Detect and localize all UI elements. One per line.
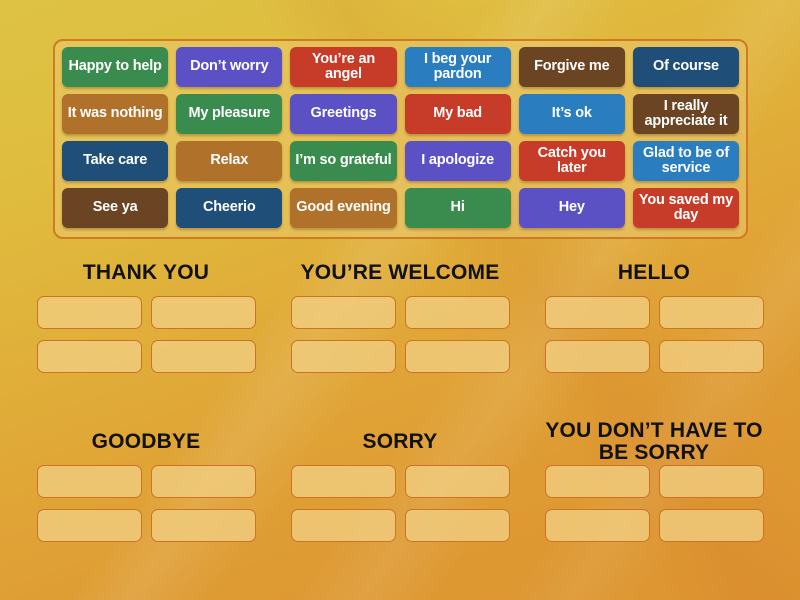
drop-slot[interactable] — [658, 340, 764, 373]
category-group: HELLO — [530, 250, 778, 411]
word-tile[interactable]: Catch you later — [518, 141, 625, 181]
category-title: GOODBYE — [91, 429, 201, 453]
word-tile[interactable]: Forgive me — [518, 47, 625, 87]
word-tile[interactable]: You’re an angel — [290, 47, 397, 87]
drop-slot[interactable] — [290, 465, 396, 498]
word-tile-label: It’s ok — [551, 105, 592, 122]
drop-slot[interactable] — [544, 509, 650, 542]
drop-slot[interactable] — [290, 340, 396, 373]
drop-slot[interactable] — [404, 465, 510, 498]
word-tile-label: Greetings — [310, 105, 377, 122]
drop-slot[interactable] — [150, 465, 256, 498]
drop-slot-grid — [36, 465, 256, 542]
drop-slot[interactable] — [150, 509, 256, 542]
tile-row: Take care Relax I’m so grateful I apologize… — [62, 141, 740, 181]
word-tile-label: You saved my day — [638, 191, 733, 223]
word-tile-label: I really appreciate it — [644, 97, 728, 129]
word-tile[interactable]: It’s ok — [518, 94, 625, 134]
drop-slot[interactable] — [290, 509, 396, 542]
word-tile[interactable]: Don’t worry — [176, 47, 283, 87]
drop-slot[interactable] — [658, 509, 764, 542]
category-group: GOODBYE — [22, 419, 270, 580]
drop-slot[interactable] — [36, 296, 142, 329]
category-title: THANK YOU — [82, 260, 210, 284]
category-group: YOU DON’T HAVE TO BE SORRY — [530, 419, 778, 580]
drop-slot[interactable] — [544, 340, 650, 373]
word-tile-label: Hi — [450, 199, 465, 216]
drop-slot[interactable] — [150, 296, 256, 329]
word-tile-tray: Happy to help Don’t worry You’re an angel I… — [53, 39, 748, 239]
word-tile-label: Glad to be of service — [642, 144, 729, 176]
word-tile[interactable]: Hey — [518, 188, 625, 228]
word-tile-label: My bad — [433, 105, 482, 122]
drop-slot[interactable] — [658, 465, 764, 498]
drop-slot-grid — [290, 465, 510, 542]
word-tile[interactable]: Relax — [176, 141, 283, 181]
word-tile[interactable]: Cheerio — [176, 188, 283, 228]
word-tile-label: Don’t worry — [190, 58, 269, 75]
word-tile[interactable]: My bad — [404, 94, 511, 134]
word-tile[interactable]: Good evening — [290, 188, 397, 228]
drop-slot-grid — [36, 296, 256, 373]
word-tile-label: I apologize — [421, 152, 494, 169]
word-tile-label: Happy to help — [68, 58, 162, 75]
drop-slot[interactable] — [404, 340, 510, 373]
word-tile-label: I’m so grateful — [295, 152, 392, 169]
word-tile-label: Take care — [83, 152, 148, 169]
tile-row: Happy to help Don’t worry You’re an angel I… — [62, 47, 740, 87]
category-group-area: THANK YOU YOU’RE WELCOME HELLO GOODBYE SORRY… — [22, 250, 778, 580]
word-tile-label: Relax — [210, 152, 249, 169]
tile-row: See ya Cheerio Good evening Hi Hey You saved … — [62, 188, 740, 228]
word-tile-label: My pleasure — [188, 105, 271, 122]
drop-slot[interactable] — [544, 296, 650, 329]
drop-slot[interactable] — [658, 296, 764, 329]
word-tile-label: You’re an angel — [311, 50, 376, 82]
category-group: YOU’RE WELCOME — [276, 250, 524, 411]
category-title: YOU’RE WELCOME — [300, 260, 500, 284]
drop-slot[interactable] — [404, 296, 510, 329]
drop-slot[interactable] — [150, 340, 256, 373]
drop-slot[interactable] — [544, 465, 650, 498]
word-tile[interactable]: I’m so grateful — [290, 141, 397, 181]
word-tile[interactable]: See ya — [62, 188, 169, 228]
word-tile-label: I beg your pardon — [423, 50, 492, 82]
drop-slot[interactable] — [36, 465, 142, 498]
word-tile[interactable]: You saved my day — [632, 188, 740, 228]
drop-slot[interactable] — [36, 340, 142, 373]
word-tile[interactable]: It was nothing — [62, 94, 169, 134]
category-group: SORRY — [276, 419, 524, 580]
drop-slot[interactable] — [290, 296, 396, 329]
word-tile-label: See ya — [92, 199, 138, 216]
drop-slot[interactable] — [36, 509, 142, 542]
word-tile[interactable]: Happy to help — [62, 47, 169, 87]
word-tile[interactable]: Greetings — [290, 94, 397, 134]
category-title: HELLO — [617, 260, 691, 284]
word-tile-label: Cheerio — [202, 199, 256, 216]
category-title: SORRY — [362, 429, 438, 453]
word-tile[interactable]: Hi — [404, 188, 511, 228]
word-tile[interactable]: My pleasure — [176, 94, 283, 134]
word-tile-label: Hey — [558, 199, 585, 216]
word-tile[interactable]: Glad to be of service — [632, 141, 740, 181]
word-tile[interactable]: I beg your pardon — [404, 47, 511, 87]
drop-slot-grid — [290, 296, 510, 373]
word-tile-label: Forgive me — [534, 58, 610, 75]
word-tile-label: It was nothing — [67, 105, 163, 122]
word-tile-label: Catch you later — [537, 144, 606, 176]
drop-slot[interactable] — [404, 509, 510, 542]
word-tile[interactable]: I apologize — [404, 141, 511, 181]
category-group: THANK YOU — [22, 250, 270, 411]
drop-slot-grid — [544, 296, 764, 373]
drop-slot-grid — [544, 465, 764, 542]
word-tile-label: Good evening — [296, 199, 391, 216]
word-tile[interactable]: I really appreciate it — [632, 94, 740, 134]
word-tile-label: Of course — [653, 58, 719, 75]
word-tile[interactable]: Take care — [62, 141, 169, 181]
category-title: YOU DON’T HAVE TO BE SORRY — [545, 418, 763, 464]
tile-row: It was nothing My pleasure Greetings My bad… — [62, 94, 740, 134]
word-tile[interactable]: Of course — [632, 47, 740, 87]
